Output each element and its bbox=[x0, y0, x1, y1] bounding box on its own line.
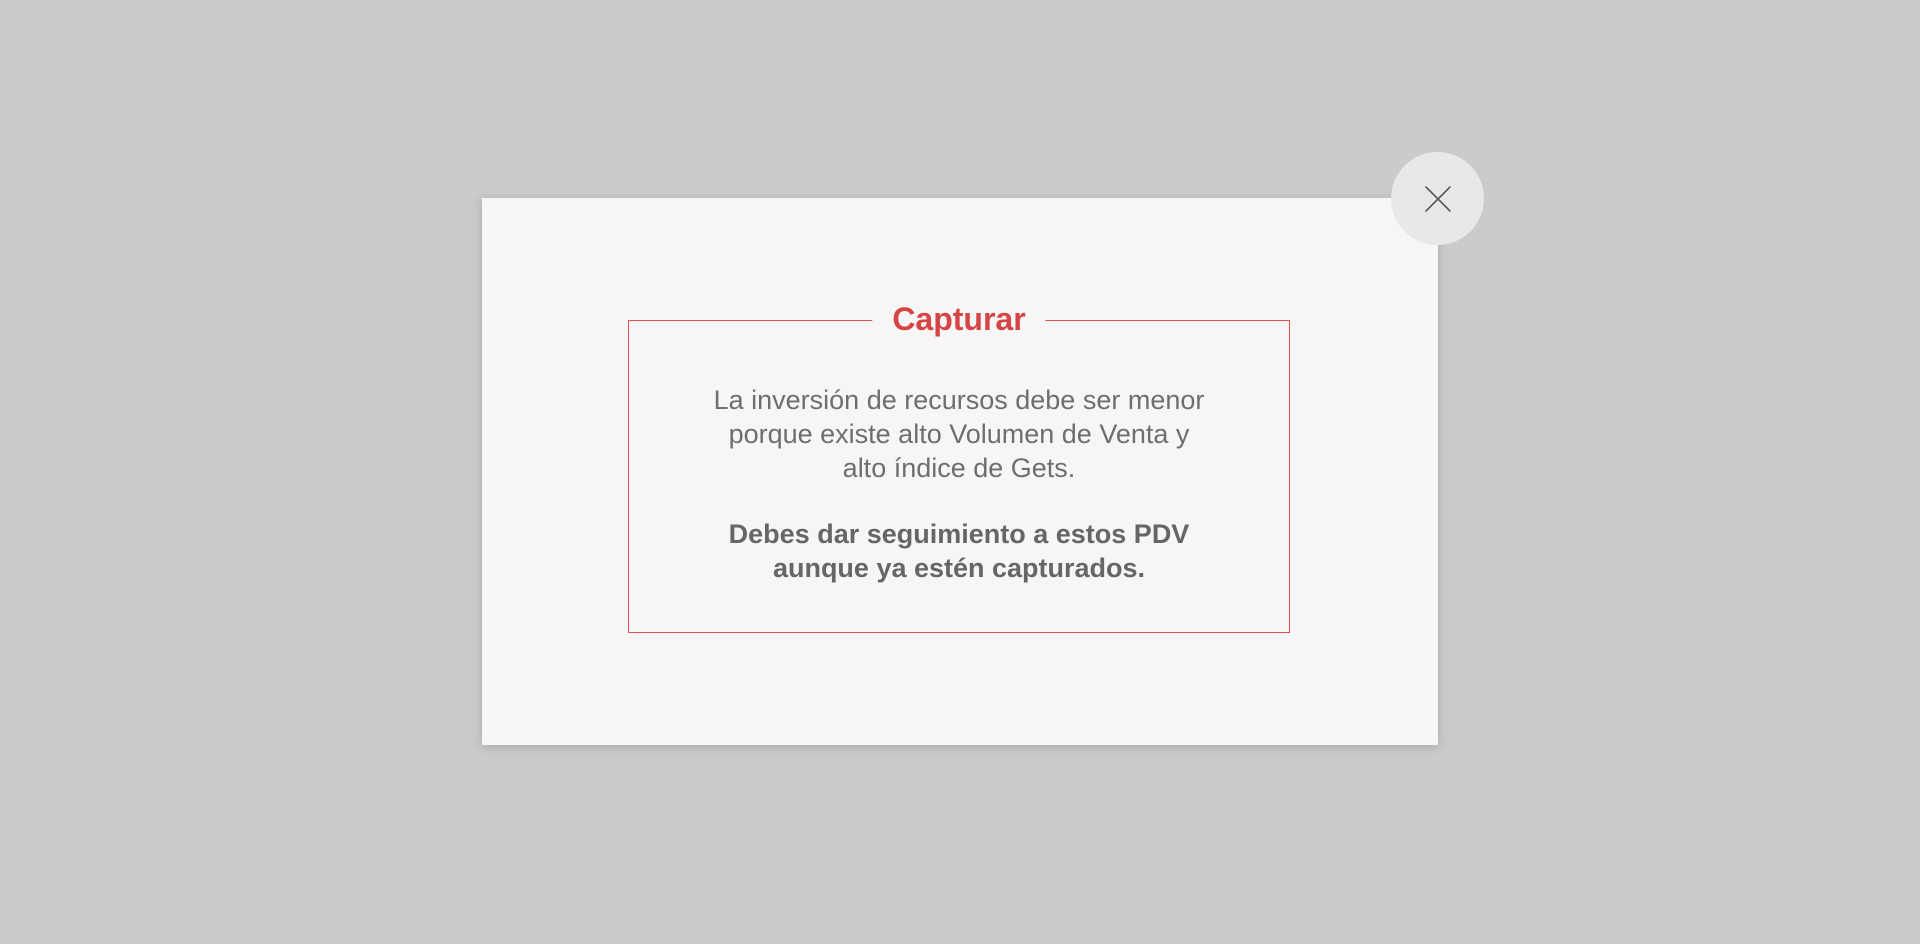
message-text: La inversión de recursos debe ser menor … bbox=[679, 383, 1239, 485]
modal-title: Capturar bbox=[872, 299, 1046, 339]
message-line: porque existe alto Volumen de Venta y bbox=[728, 419, 1190, 449]
message-line: alto índice de Gets. bbox=[842, 453, 1076, 483]
emphasis-line: Debes dar seguimiento a estos PDV bbox=[728, 519, 1190, 549]
message-frame: Capturar La inversión de recursos debe s… bbox=[628, 299, 1290, 633]
close-button[interactable] bbox=[1391, 152, 1484, 245]
emphasis-line: aunque ya estén capturados. bbox=[772, 553, 1146, 583]
message-line: La inversión de recursos debe ser menor bbox=[713, 385, 1205, 415]
info-modal: Capturar La inversión de recursos debe s… bbox=[482, 198, 1438, 745]
close-icon bbox=[1424, 185, 1451, 212]
emphasis-text: Debes dar seguimiento a estos PDV aunque… bbox=[679, 517, 1239, 585]
